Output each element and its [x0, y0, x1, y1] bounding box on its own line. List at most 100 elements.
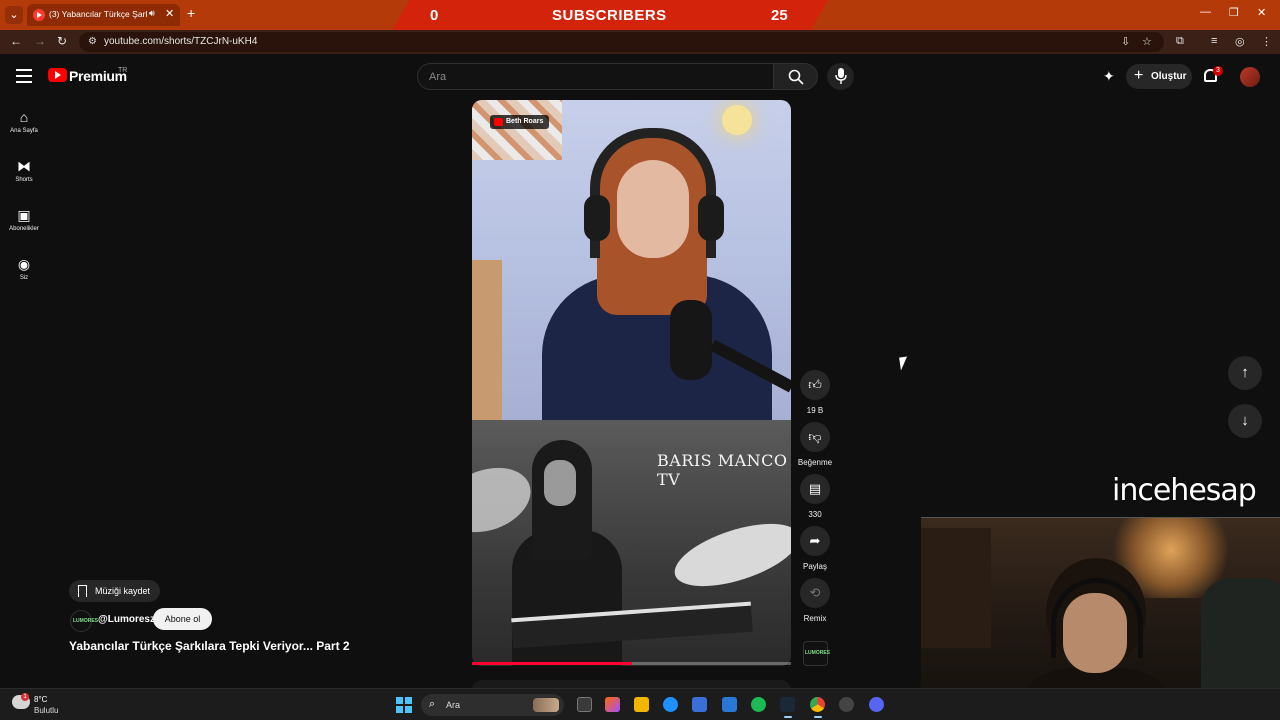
like-count: 19 B: [806, 406, 824, 415]
short-video-clip[interactable]: BARIS MANCO TV: [472, 420, 791, 666]
comment-icon: ▤: [800, 474, 830, 504]
video-progress-bar[interactable]: [472, 662, 791, 665]
speaker-icon[interactable]: 🔊︎: [149, 8, 155, 19]
sidebar-item-label: Siz: [19, 275, 29, 281]
voice-search-button[interactable]: [827, 63, 854, 90]
hamburger-menu-icon[interactable]: [16, 69, 32, 83]
channel-thumbnail-logo: LUMORES: [805, 650, 830, 656]
save-music-label: Müziği kaydet: [95, 586, 151, 596]
arrow-down-icon: ↓: [1241, 412, 1249, 429]
create-label: Oluştur: [1151, 71, 1187, 82]
extensions-icon[interactable]: ⧉: [1176, 35, 1184, 48]
musician-face: [544, 460, 576, 506]
weather-description[interactable]: Bulutlu: [34, 706, 58, 715]
task-view-icon[interactable]: [577, 697, 592, 712]
forward-arrow-icon[interactable]: →: [34, 34, 46, 48]
arrow-up-icon: ↑: [1241, 364, 1249, 381]
dislike-button[interactable]: 👎︎ Beğenme: [797, 422, 833, 467]
next-short-button[interactable]: ↓: [1228, 404, 1262, 438]
address-bar[interactable]: ⚙︎ youtube.com/shorts/TZCJrN-uKH4 ⇩ ☆: [79, 32, 1164, 52]
like-button[interactable]: 👍︎ 19 B: [797, 370, 833, 415]
copilot-icon[interactable]: [605, 697, 620, 712]
country-code: TR: [118, 67, 128, 74]
cymbal-left: [472, 456, 540, 544]
channel-avatar-logo: LUMORES: [73, 618, 98, 624]
comment-count: 330: [808, 510, 822, 519]
media-controls-icon[interactable]: ≡: [1211, 35, 1217, 47]
taskbar-search[interactable]: ⌕ Ara: [421, 694, 564, 716]
close-window-icon[interactable]: ✕: [1257, 6, 1266, 19]
remix-button[interactable]: ⟲ Remix: [797, 578, 833, 623]
channel-avatar[interactable]: LUMORES: [70, 610, 98, 632]
new-tab-button[interactable]: +: [187, 5, 195, 21]
browser-tab-active[interactable]: (3) Yabancılar Türkçe Şarkılara Tepki Ve…: [27, 4, 180, 26]
sidebar-item-label: Abonelikler: [9, 226, 39, 232]
site-info-icon[interactable]: ⚙︎: [88, 36, 97, 47]
remix-icon: ⟲: [800, 578, 830, 608]
remix-label: Remix: [803, 614, 827, 623]
sidebar-item-subscriptions[interactable]: ▣ Abonelikler: [4, 207, 44, 232]
studio-icon[interactable]: ✦: [1103, 68, 1115, 85]
close-tab-icon[interactable]: ✕: [165, 7, 174, 20]
mouse-cursor-icon: [899, 356, 909, 371]
sidebar-item-home[interactable]: ⌂ Ana Sayfa: [4, 109, 44, 134]
search-icon: ⌕: [429, 698, 436, 710]
search-highlight-icon: [533, 698, 559, 712]
create-button[interactable]: + Oluştur: [1126, 64, 1192, 89]
obs-icon[interactable]: [839, 697, 854, 712]
webcam-cabinet-decor: [921, 528, 991, 648]
thumbs-down-icon: 👎︎: [800, 422, 830, 452]
short-video-player[interactable]: Beth Roars: [472, 100, 791, 420]
store-icon[interactable]: [692, 697, 707, 712]
previous-short-button[interactable]: ↑: [1228, 356, 1262, 390]
sidebar-item-label: Shorts: [15, 177, 33, 183]
edge-icon[interactable]: [663, 697, 678, 712]
headphones-icon: [590, 128, 716, 258]
chrome-running-indicator: [814, 716, 822, 718]
tab-title: (3) Yabancılar Türkçe Şarkılara Tepki Ve…: [49, 9, 147, 19]
share-button[interactable]: ➦ Paylaş: [797, 526, 833, 571]
share-arrow-icon: ➦: [800, 526, 830, 556]
minimize-window-icon[interactable]: —: [1200, 6, 1211, 18]
shelf-decor: [472, 260, 502, 420]
channel-handle[interactable]: @Lumoresz: [98, 614, 155, 625]
search-input[interactable]: Ara: [417, 63, 774, 90]
weather-temperature[interactable]: 8°C: [34, 695, 47, 704]
back-arrow-icon[interactable]: ←: [10, 34, 22, 48]
install-app-icon[interactable]: ⇩: [1121, 35, 1130, 48]
cymbal-right: [667, 511, 791, 599]
video-title[interactable]: Yabancılar Türkçe Şarkılara Tepki Veriyo…: [69, 639, 350, 653]
profile-icon[interactable]: ◎: [1235, 35, 1245, 48]
home-icon: ⌂: [19, 109, 29, 125]
subscriber-banner-label: SUBSCRIBERS: [552, 7, 667, 24]
youtube-logo-icon[interactable]: [48, 68, 67, 82]
headphone-cup-left: [584, 195, 610, 241]
channel-thumbnail[interactable]: LUMORES: [803, 641, 830, 666]
windows-start-icon[interactable]: [396, 697, 412, 713]
steam-icon[interactable]: [780, 697, 795, 712]
account-icon: ◉: [17, 256, 31, 272]
comments-button[interactable]: ▤ 330: [797, 474, 833, 519]
subscriber-count-right: 25: [771, 7, 788, 24]
subscriptions-icon: ▣: [17, 207, 31, 223]
tab-list-button[interactable]: ⌄: [5, 6, 23, 24]
game-bar-icon[interactable]: [722, 697, 737, 712]
reload-icon[interactable]: ↻: [57, 34, 67, 48]
sponsor-watermark: incehesap: [1112, 473, 1257, 508]
video-progress-fill: [472, 662, 632, 665]
save-music-button[interactable]: Müziği kaydet: [69, 580, 161, 602]
bookmark-star-icon[interactable]: ☆: [1142, 35, 1152, 48]
studio-microphone: [670, 300, 712, 380]
search-button[interactable]: [774, 63, 818, 90]
discord-icon[interactable]: [869, 697, 884, 712]
chrome-icon[interactable]: [810, 697, 825, 712]
user-avatar[interactable]: [1240, 67, 1260, 87]
subscribe-button[interactable]: Abone ol: [153, 608, 212, 630]
more-menu-icon[interactable]: ⋮: [1261, 35, 1272, 48]
sidebar-item-shorts[interactable]: ⧓ Shorts: [4, 158, 44, 183]
url-text[interactable]: youtube.com/shorts/TZCJrN-uKH4: [104, 36, 257, 47]
maximize-window-icon[interactable]: ❐: [1229, 6, 1239, 19]
sidebar-item-you[interactable]: ◉ Siz: [4, 256, 44, 281]
file-explorer-icon[interactable]: [634, 697, 649, 712]
spotify-icon[interactable]: [751, 697, 766, 712]
